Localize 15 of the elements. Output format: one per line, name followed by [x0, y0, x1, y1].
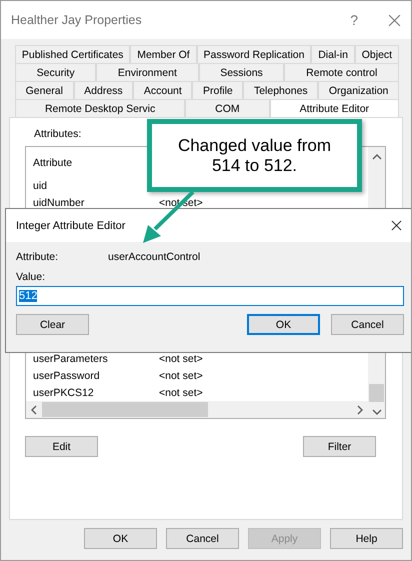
attribute-name: userPKCS12 [33, 386, 95, 398]
attribute-label: Attribute: [16, 251, 60, 263]
attribute-name: userParameters [33, 352, 109, 364]
attribute-name: uidNumber [33, 196, 86, 208]
dialog-title: Integer Attribute Editor [16, 220, 126, 232]
window-title: Healther Jay Properties [11, 13, 143, 27]
attribute-name: userPassword [33, 370, 101, 382]
attribute-name: uid [33, 180, 48, 192]
callout-note: Changed value from 514 to 512. [147, 119, 362, 192]
value-label: Value: [16, 271, 46, 283]
attribute-value: userAccountControl [108, 251, 200, 263]
attribute-value: <not set> [159, 370, 203, 382]
attributes-label: Attributes: [34, 128, 82, 140]
attribute-value: <not set> [159, 386, 203, 398]
attribute-value: <not set> [159, 352, 203, 364]
